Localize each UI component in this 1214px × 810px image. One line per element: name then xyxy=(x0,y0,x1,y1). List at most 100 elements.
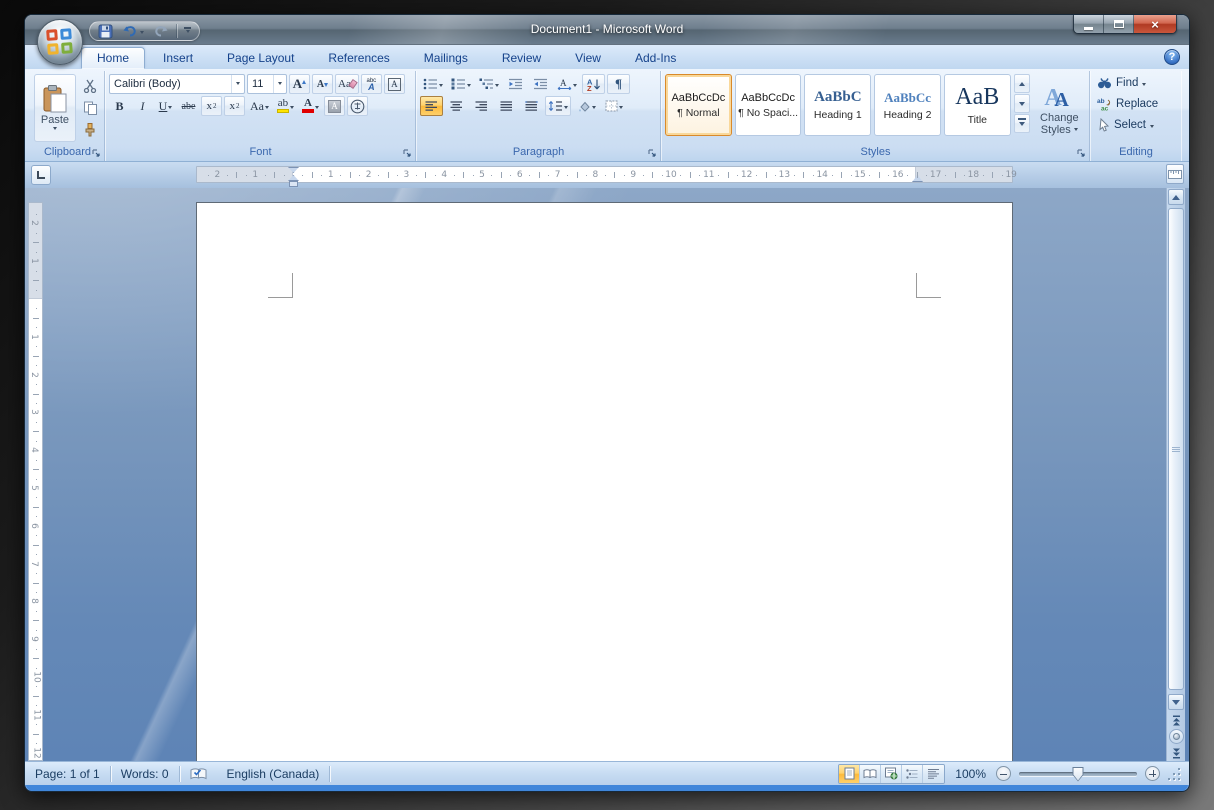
zoom-out-button[interactable] xyxy=(996,766,1011,781)
tab-selector-button[interactable] xyxy=(31,165,51,185)
style-normal[interactable]: AaBbCcDc ¶ Normal xyxy=(665,74,732,136)
scroll-up-button[interactable] xyxy=(1168,189,1184,205)
paste-button[interactable]: Paste xyxy=(34,74,76,142)
multilevel-list-button[interactable] xyxy=(476,74,502,94)
page-indicator[interactable]: Page: 1 of 1 xyxy=(25,762,110,785)
bold-button[interactable]: B xyxy=(109,96,130,116)
align-left-button[interactable] xyxy=(420,96,443,116)
tab-mailings[interactable]: Mailings xyxy=(408,47,484,69)
undo-button[interactable] xyxy=(120,22,146,40)
minimize-button[interactable] xyxy=(1074,15,1104,33)
style-heading-2[interactable]: AaBbCc Heading 2 xyxy=(874,74,941,136)
style-title[interactable]: AaB Title xyxy=(944,74,1011,136)
paragraph-dialog-launcher[interactable] xyxy=(646,147,658,159)
superscript-button[interactable]: x2 xyxy=(224,96,245,116)
cut-button[interactable] xyxy=(79,76,101,96)
styles-dialog-launcher[interactable] xyxy=(1075,147,1087,159)
word-count[interactable]: Words: 0 xyxy=(111,762,179,785)
copy-button[interactable] xyxy=(79,98,101,118)
italic-button[interactable]: I xyxy=(132,96,153,116)
subscript-button[interactable]: x2 xyxy=(201,96,222,116)
tab-add-ins[interactable]: Add-Ins xyxy=(619,47,692,69)
grow-font-button[interactable]: A xyxy=(289,74,310,94)
borders-button[interactable] xyxy=(601,96,627,116)
numbering-button[interactable] xyxy=(448,74,474,94)
resize-grip[interactable] xyxy=(1168,767,1181,780)
customize-qat-button[interactable] xyxy=(182,22,193,40)
help-button[interactable]: ? xyxy=(1164,49,1180,65)
tab-page-layout[interactable]: Page Layout xyxy=(211,47,310,69)
redo-button[interactable] xyxy=(151,22,171,40)
show-hide-button[interactable]: ¶ xyxy=(607,74,630,94)
zoom-in-button[interactable] xyxy=(1145,766,1160,781)
font-size-select[interactable]: 11 xyxy=(247,74,287,94)
strikethrough-button[interactable]: abe xyxy=(178,96,199,116)
replace-button[interactable]: abac Replace xyxy=(1094,95,1178,113)
style-no-spacing[interactable]: AaBbCcDc ¶ No Spaci... xyxy=(735,74,802,136)
zoom-level[interactable]: 100% xyxy=(953,767,988,781)
view-ruler-toggle-button[interactable] xyxy=(1166,164,1184,184)
styles-scroll-up-button[interactable] xyxy=(1014,74,1030,93)
next-page-button[interactable] xyxy=(1168,746,1184,760)
asian-layout-button[interactable]: A xyxy=(554,74,580,94)
save-button[interactable] xyxy=(96,22,115,40)
find-button[interactable]: Find xyxy=(1094,74,1178,92)
character-shading-button[interactable]: A xyxy=(324,96,345,116)
styles-scroll-down-button[interactable] xyxy=(1014,94,1030,113)
format-painter-button[interactable] xyxy=(79,120,101,140)
tab-home[interactable]: Home xyxy=(81,47,145,69)
bullets-button[interactable] xyxy=(420,74,446,94)
font-dialog-launcher[interactable] xyxy=(401,147,413,159)
full-screen-reading-view-button[interactable] xyxy=(860,765,881,783)
styles-gallery-scroll xyxy=(1014,74,1030,145)
tab-view[interactable]: View xyxy=(559,47,617,69)
zoom-slider[interactable] xyxy=(1019,772,1137,776)
shrink-font-button[interactable]: A xyxy=(312,74,333,94)
enclose-characters-button[interactable] xyxy=(347,96,368,116)
tab-review[interactable]: Review xyxy=(486,47,557,69)
underline-button[interactable]: U xyxy=(155,96,176,116)
tab-insert[interactable]: Insert xyxy=(147,47,209,69)
outline-view-button[interactable] xyxy=(902,765,923,783)
print-layout-view-button[interactable] xyxy=(839,765,860,783)
vertical-ruler[interactable]: 21123456789101112 xyxy=(28,202,43,761)
decrease-indent-button[interactable] xyxy=(504,74,527,94)
style-heading-1[interactable]: AaBbC Heading 1 xyxy=(804,74,871,136)
select-button[interactable]: Select xyxy=(1094,116,1178,134)
maximize-button[interactable] xyxy=(1104,15,1134,33)
office-button[interactable] xyxy=(37,19,83,65)
sort-button[interactable]: AZ xyxy=(582,74,605,94)
language-indicator[interactable]: English (Canada) xyxy=(217,762,330,785)
close-button[interactable]: × xyxy=(1134,15,1176,33)
font-family-select[interactable]: Calibri (Body) xyxy=(109,74,245,94)
previous-page-button[interactable] xyxy=(1168,713,1184,727)
select-browse-object-button[interactable] xyxy=(1169,729,1184,744)
scrollbar-thumb[interactable] xyxy=(1168,208,1184,690)
justify-button[interactable] xyxy=(495,96,518,116)
web-layout-view-button[interactable] xyxy=(881,765,902,783)
font-color-button[interactable]: A xyxy=(299,96,322,116)
styles-more-button[interactable] xyxy=(1014,114,1030,133)
zoom-slider-thumb[interactable] xyxy=(1073,767,1084,782)
line-spacing-button[interactable] xyxy=(545,96,571,116)
scroll-down-button[interactable] xyxy=(1168,694,1184,710)
phonetic-guide-button[interactable]: abcA xyxy=(361,74,382,94)
left-indent-marker[interactable] xyxy=(289,181,298,187)
document-page[interactable] xyxy=(196,202,1013,761)
horizontal-ruler[interactable]: 2112345678910111213141516171819 xyxy=(196,166,1013,183)
increase-indent-button[interactable] xyxy=(529,74,552,94)
proofing-status[interactable] xyxy=(180,762,217,785)
center-button[interactable] xyxy=(445,96,468,116)
change-case-button[interactable]: Aa xyxy=(247,96,272,116)
clipboard-dialog-launcher[interactable] xyxy=(90,147,102,159)
draft-view-button[interactable] xyxy=(923,765,944,783)
text-highlight-button[interactable]: ab xyxy=(274,96,297,116)
clear-formatting-button[interactable]: Aa xyxy=(335,74,359,94)
change-styles-button[interactable]: AA ChangeStyles xyxy=(1033,74,1086,145)
center-icon xyxy=(450,101,463,112)
shading-button[interactable] xyxy=(573,96,599,116)
distribute-button[interactable] xyxy=(520,96,543,116)
character-border-button[interactable]: A xyxy=(384,74,405,94)
tab-references[interactable]: References xyxy=(312,47,405,69)
align-right-button[interactable] xyxy=(470,96,493,116)
